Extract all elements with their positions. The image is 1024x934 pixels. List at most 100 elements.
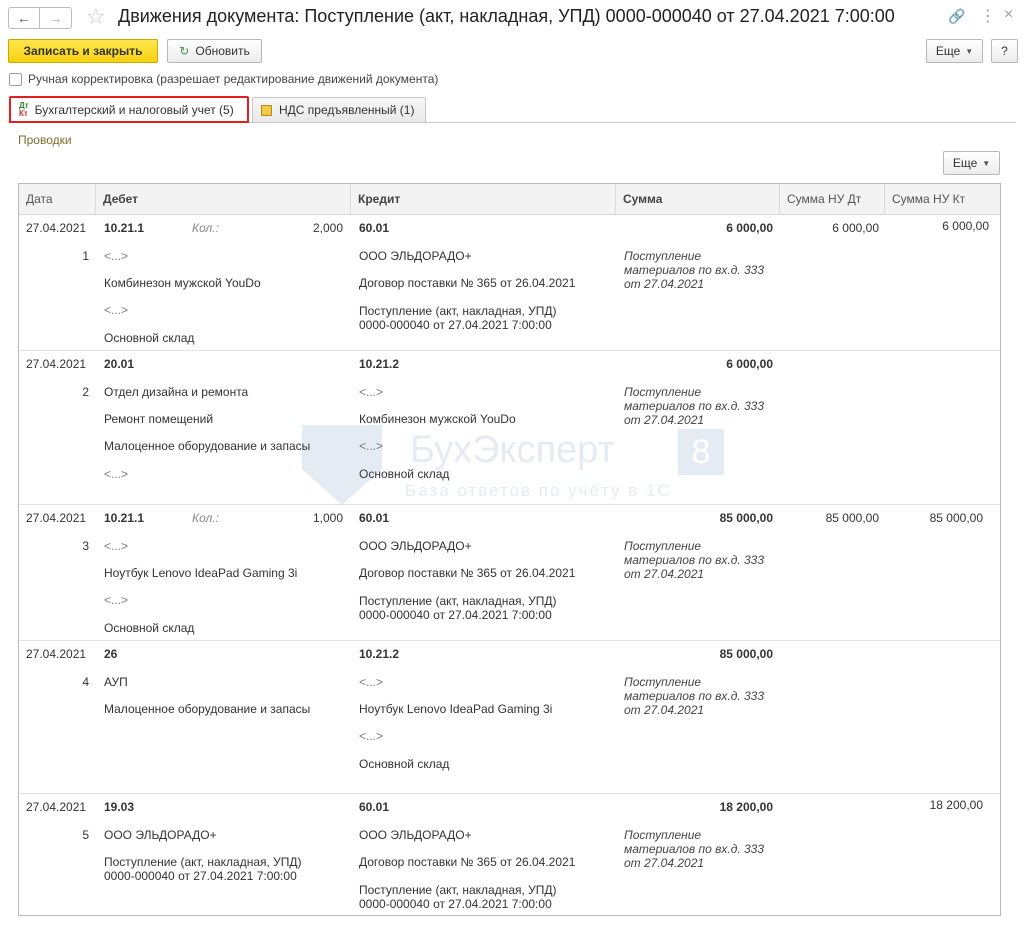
tab-accounting[interactable]: Дт Кт Бухгалтерский и налоговый учет (5) xyxy=(9,96,249,123)
arrow-right-icon: → xyxy=(48,10,63,26)
window-title: Движения документа: Поступление (акт, на… xyxy=(118,6,895,26)
close-icon[interactable]: × xyxy=(1004,6,1013,24)
refresh-label: Обновить xyxy=(195,44,250,58)
credit-subconto: Договор поставки № 365 от 26.04.2021 xyxy=(359,855,576,869)
header-credit[interactable]: Кредит xyxy=(351,184,616,214)
qty-label: Кол.: xyxy=(192,511,219,525)
header-date[interactable]: Дата xyxy=(19,184,96,214)
sum-value: 85 000,00 xyxy=(719,511,773,525)
chevron-down-icon: ▼ xyxy=(982,158,991,168)
sum-value: 18 200,00 xyxy=(719,800,773,814)
table-more-label: Еще xyxy=(952,156,978,170)
save-and-close-button[interactable]: Записать и закрыть xyxy=(8,39,158,63)
section-title: Проводки xyxy=(18,133,72,147)
credit-account: 10.21.2 xyxy=(359,357,400,371)
header-debit[interactable]: Дебет xyxy=(96,184,351,214)
entry-content: от 27.04.2021 xyxy=(624,413,705,427)
table-more-button[interactable]: Еще ▼ xyxy=(943,151,1000,175)
credit-account: 60.01 xyxy=(359,800,390,814)
sum-nu-kt: 85 000,00 xyxy=(929,511,983,525)
star-icon[interactable]: ☆ xyxy=(86,4,106,30)
debit-subconto: Основной склад xyxy=(104,331,195,345)
debit-account: 19.03 xyxy=(104,800,135,814)
header-sum-nu-kt[interactable]: Сумма НУ Кт xyxy=(885,184,985,214)
tab-vat-label: НДС предъявленный (1) xyxy=(279,103,415,117)
debit-subconto: ООО ЭЛЬДОРАДО+ xyxy=(104,828,217,842)
credit-subconto: Договор поставки № 365 от 26.04.2021 xyxy=(359,276,576,290)
header-sum-nu-dt[interactable]: Сумма НУ Дт xyxy=(780,184,885,214)
debit-subconto: <...> xyxy=(104,467,129,481)
credit-subconto: 0000-000040 от 27.04.2021 7:00:00 xyxy=(359,608,552,622)
header-sum[interactable]: Сумма xyxy=(616,184,780,214)
credit-subconto: Поступление (акт, накладная, УПД) xyxy=(359,883,557,897)
debit-account: 20.01 xyxy=(104,357,135,371)
tab-vat[interactable]: НДС предъявленный (1) xyxy=(252,97,426,122)
document-icon xyxy=(261,104,272,116)
debit-account: 10.21.1 xyxy=(104,221,145,235)
table-row[interactable]: 27.04.2021 1 10.21.1 Кол.: 2,000 <...> К… xyxy=(19,215,1000,351)
entry-content: Поступление xyxy=(624,828,702,842)
chevron-down-icon: ▼ xyxy=(965,46,974,56)
entry-content: Поступление xyxy=(624,539,702,553)
entry-content: от 27.04.2021 xyxy=(624,856,705,870)
credit-subconto: Основной склад xyxy=(359,757,450,771)
credit-account: 60.01 xyxy=(359,221,390,235)
credit-subconto: Договор поставки № 365 от 26.04.2021 xyxy=(359,566,576,580)
credit-subconto: <...> xyxy=(359,385,384,399)
debit-subconto: АУП xyxy=(104,675,128,689)
debit-subconto: <...> xyxy=(104,303,129,317)
link-icon[interactable]: 🔗 xyxy=(948,8,965,25)
qty-value: 1,000 xyxy=(312,511,343,525)
credit-subconto: Основной склад xyxy=(359,467,450,481)
debit-subconto: <...> xyxy=(104,249,129,263)
credit-subconto: <...> xyxy=(359,675,384,689)
manual-edit-checkbox[interactable] xyxy=(9,73,22,86)
entry-content: Поступление xyxy=(624,385,702,399)
tab-accounting-label: Бухгалтерский и налоговый учет (5) xyxy=(34,102,234,117)
row-date: 27.04.2021 xyxy=(26,221,87,235)
debit-subconto: Малоценное оборудование и запасы xyxy=(104,702,311,716)
credit-subconto: <...> xyxy=(359,729,384,743)
sum-value: 85 000,00 xyxy=(719,647,773,661)
entry-content: материалов по вх.д. 333 xyxy=(624,689,765,703)
more-vertical-icon[interactable]: ⋮ xyxy=(980,6,996,26)
table-row[interactable]: 27.04.2021 4 26 АУП Малоценное оборудова… xyxy=(19,641,1000,794)
debit-subconto: Малоценное оборудование и запасы xyxy=(104,439,311,453)
refresh-button[interactable]: ↻ Обновить xyxy=(167,39,262,63)
qty-value: 2,000 xyxy=(312,221,343,235)
credit-subconto: Комбинезон мужской YouDo xyxy=(359,412,516,426)
table-row[interactable]: 27.04.2021 5 19.03 ООО ЭЛЬДОРАДО+ Поступ… xyxy=(19,794,1000,915)
qty-label: Кол.: xyxy=(192,221,219,235)
row-number: 1 xyxy=(82,249,89,263)
table-header: Дата Дебет Кредит Сумма Сумма НУ Дт Сумм… xyxy=(19,184,1000,215)
debit-subconto: Ноутбук Lenovo IdeaPad Gaming 3i xyxy=(104,566,298,580)
entry-content: материалов по вх.д. 333 xyxy=(624,263,765,277)
credit-subconto: Поступление (акт, накладная, УПД) xyxy=(359,304,557,318)
row-number: 4 xyxy=(82,675,89,689)
help-button[interactable]: ? xyxy=(991,39,1018,63)
debit-subconto: <...> xyxy=(104,593,129,607)
manual-edit-label: Ручная корректировка (разрешает редактир… xyxy=(28,72,439,86)
back-button[interactable]: ← xyxy=(8,7,40,29)
refresh-icon: ↻ xyxy=(179,44,190,58)
entry-content: от 27.04.2021 xyxy=(624,703,705,717)
debit-account: 10.21.1 xyxy=(104,511,145,525)
forward-button[interactable]: → xyxy=(40,7,72,29)
sum-value: 6 000,00 xyxy=(726,221,773,235)
sum-nu-dt: 85 000,00 xyxy=(825,511,879,525)
credit-account: 10.21.2 xyxy=(359,647,400,661)
debit-subconto: Поступление (акт, накладная, УПД) xyxy=(104,855,302,869)
arrow-left-icon: ← xyxy=(17,10,31,26)
debit-subconto: Комбинезон мужской YouDo xyxy=(104,276,261,290)
sum-nu-dt: 6 000,00 xyxy=(832,221,879,235)
more-button[interactable]: Еще ▼ xyxy=(926,39,983,63)
table-row[interactable]: 27.04.2021 2 20.01 Отдел дизайна и ремон… xyxy=(19,351,1000,505)
debit-subconto: Отдел дизайна и ремонта xyxy=(104,385,249,399)
table-row[interactable]: 27.04.2021 3 10.21.1 Кол.: 1,000 <...> Н… xyxy=(19,505,1000,641)
credit-subconto: 0000-000040 от 27.04.2021 7:00:00 xyxy=(359,318,552,332)
credit-subconto: <...> xyxy=(359,439,384,453)
row-number: 2 xyxy=(82,385,89,399)
entry-content: материалов по вх.д. 333 xyxy=(624,553,765,567)
row-number: 5 xyxy=(82,828,89,842)
entry-content: материалов по вх.д. 333 xyxy=(624,399,765,413)
